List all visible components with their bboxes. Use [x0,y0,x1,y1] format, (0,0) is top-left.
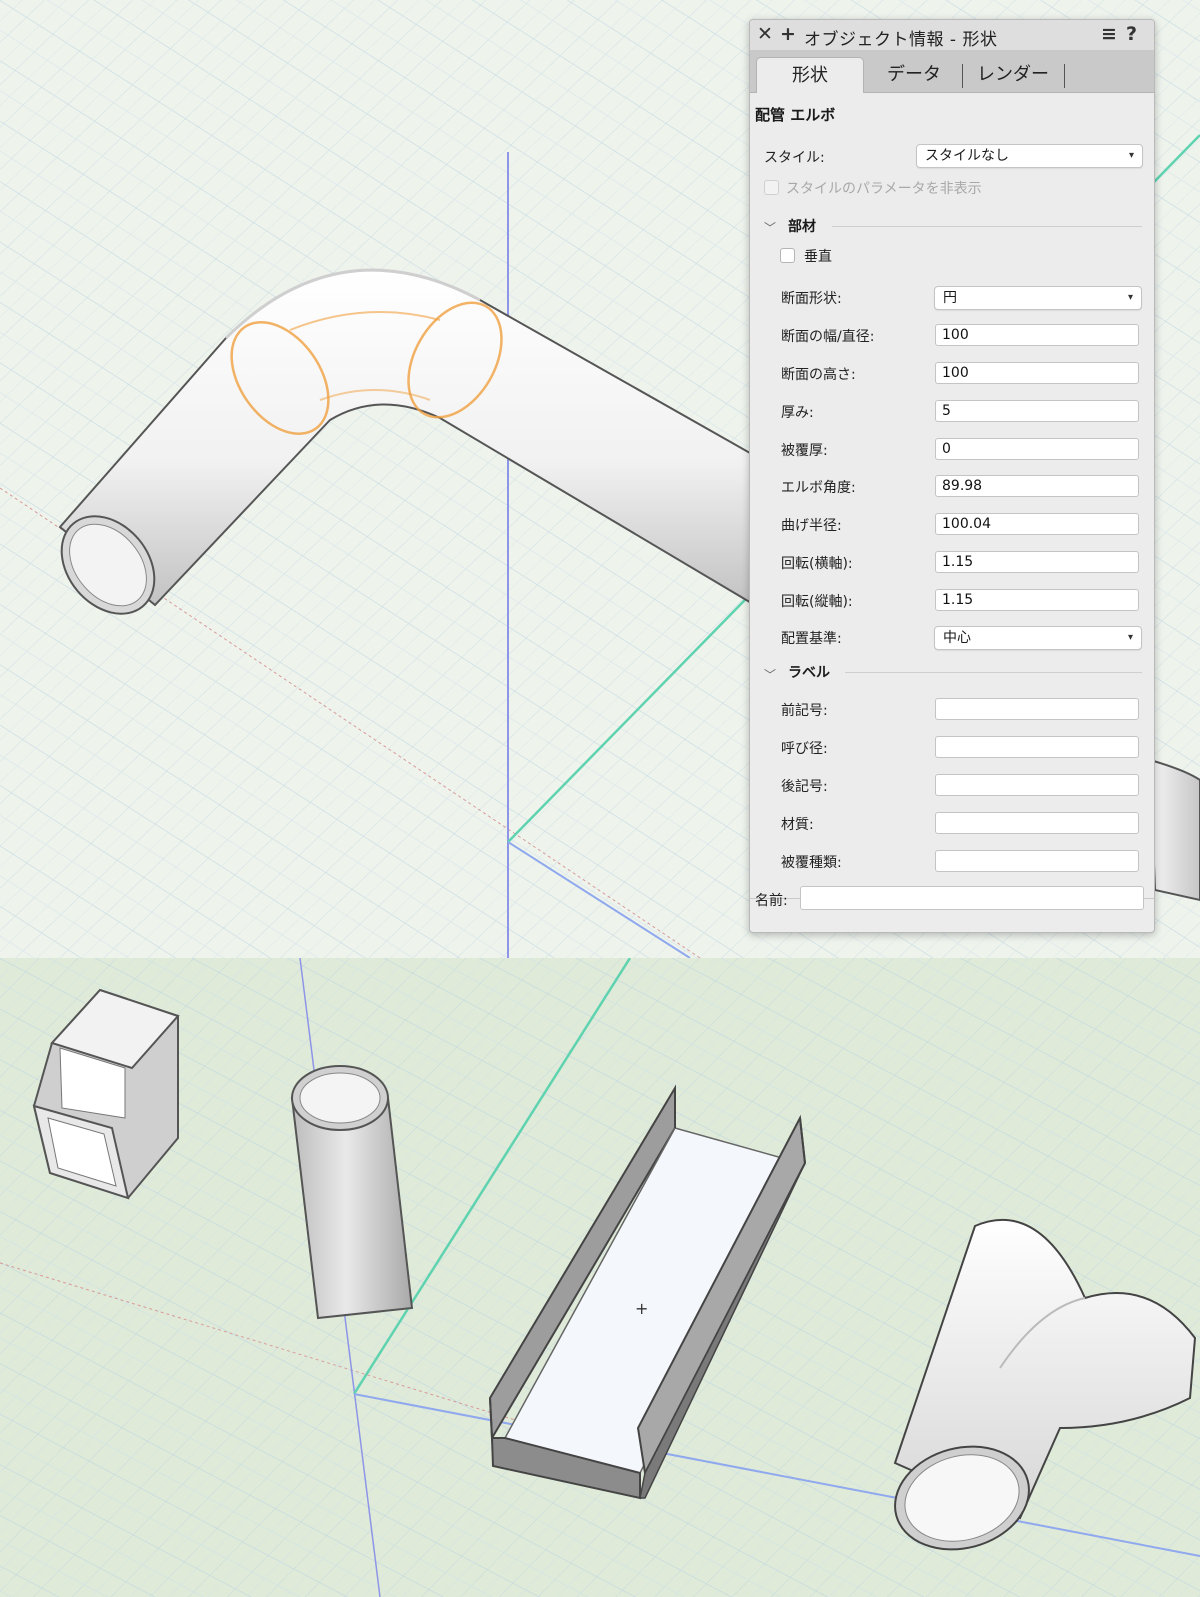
tab-shape[interactable]: 形状 [756,57,864,93]
insulation-thickness-input[interactable] [935,438,1139,460]
section-member-title: 部材 [788,219,816,235]
rotation-horizontal-label: 回転(横軸): [781,556,853,572]
menu-icon[interactable]: ≡ [1101,23,1117,45]
hide-style-params-checkbox[interactable] [764,180,779,195]
section-member-disclosure-icon[interactable]: ﹀ [764,219,776,236]
insulation-thickness-label: 被覆厚: [781,443,828,459]
viewport-bottom[interactable]: + [0,958,1200,1597]
suffix-input[interactable] [935,774,1139,796]
section-width-input[interactable] [935,324,1139,346]
vertical-label: 垂直 [804,249,832,265]
viewport-top[interactable]: ✕ + オブジェクト情報 - 形状 ≡ ? 形状 データ レンダー 配管 エルボ… [0,0,1200,958]
chevron-down-icon: ▾ [1127,292,1133,303]
elbow-angle-label: エルボ角度: [781,480,856,496]
palette-tabs: 形状 データ レンダー [750,50,1154,93]
tab-render[interactable]: レンダー [964,57,1062,92]
material-input[interactable] [935,812,1139,834]
bend-radius-label: 曲げ半径: [781,518,842,534]
section-height-label: 断面の高さ: [781,367,856,383]
section-shape-value: 円 [943,290,957,306]
close-icon[interactable]: ✕ [757,23,773,45]
material-label: 材質: [781,817,814,833]
insulation-type-label: 被覆種類: [781,855,842,871]
crosshair-icon: + [635,1299,648,1318]
hide-style-params-label: スタイルのパラメータを非表示 [786,181,982,197]
tab-separator [962,64,963,88]
vertical-checkbox[interactable] [780,248,795,263]
thickness-input[interactable] [935,400,1139,422]
name-label: 名前: [755,893,788,909]
nominal-size-label: 呼び径: [781,741,828,757]
section-divider [832,226,1142,227]
style-label: スタイル: [764,150,825,166]
section-label-disclosure-icon[interactable]: ﹀ [764,666,776,683]
placement-value: 中心 [943,630,971,646]
section-width-label: 断面の幅/直径: [781,329,875,345]
tab-separator [1064,64,1065,88]
thickness-label: 厚み: [781,405,814,421]
viewport-bottom-canvas[interactable]: + [0,958,1200,1597]
elbow-angle-input[interactable] [935,475,1139,497]
prefix-label: 前記号: [781,703,828,719]
pipe-background[interactable] [1148,758,1200,902]
section-shape-select[interactable]: 円 ▾ [934,286,1142,310]
palette-titlebar[interactable]: ✕ + オブジェクト情報 - 形状 ≡ ? [750,20,1154,51]
object-info-palette[interactable]: ✕ + オブジェクト情報 - 形状 ≡ ? 形状 データ レンダー 配管 エルボ… [749,19,1155,933]
placement-select[interactable]: 中心 ▾ [934,626,1142,650]
tab-data[interactable]: データ [867,57,961,92]
nominal-size-input[interactable] [935,736,1139,758]
style-select-value: スタイルなし [925,148,1009,164]
rotation-vertical-label: 回転(縦軸): [781,594,853,610]
bend-radius-input[interactable] [935,513,1139,535]
section-shape-label: 断面形状: [781,291,842,307]
plus-icon[interactable]: + [780,23,796,45]
chevron-down-icon: ▾ [1127,632,1133,643]
section-height-input[interactable] [935,362,1139,384]
rotation-horizontal-input[interactable] [935,551,1139,573]
section-divider [845,672,1142,673]
section-label-title: ラベル [788,665,830,681]
rotation-vertical-input[interactable] [935,589,1139,611]
insulation-type-input[interactable] [935,850,1139,872]
object-type-label: 配管 エルボ [755,106,836,124]
chevron-down-icon: ▾ [1128,150,1134,161]
prefix-input[interactable] [935,698,1139,720]
help-icon[interactable]: ? [1126,23,1137,45]
palette-title: オブジェクト情報 - 形状 [804,30,998,50]
name-input[interactable] [800,886,1144,910]
placement-label: 配置基準: [781,631,842,647]
suffix-label: 後記号: [781,779,828,795]
style-select[interactable]: スタイルなし ▾ [916,144,1143,168]
